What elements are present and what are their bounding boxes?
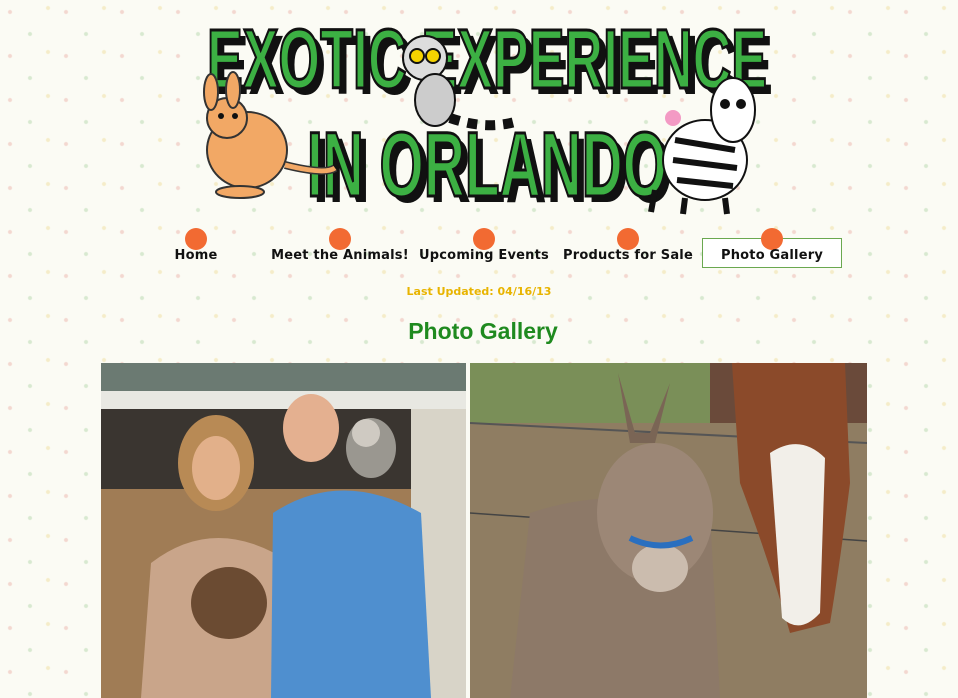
last-updated-text: Last Updated: 04/16/13 bbox=[406, 285, 552, 298]
gallery-photo-donkey-and-horse[interactable] bbox=[470, 363, 867, 698]
logo-line1: EXOTIC EXPERIENCE bbox=[207, 12, 767, 106]
nav-bullet-icon bbox=[473, 228, 495, 250]
nav-item-products-for-sale[interactable]: Products for Sale bbox=[558, 226, 698, 270]
nav-label-products-for-sale: Products for Sale bbox=[563, 248, 693, 263]
nav-label-photo-gallery: Photo Gallery bbox=[720, 248, 824, 263]
nav-item-photo-gallery[interactable]: Photo Gallery bbox=[702, 226, 842, 270]
nav-bullet-icon bbox=[617, 228, 639, 250]
gallery-photo-people-with-lemur[interactable] bbox=[101, 363, 466, 698]
nav-label-upcoming-events: Upcoming Events bbox=[419, 248, 549, 263]
nav-bullet-icon bbox=[761, 228, 783, 250]
nav-item-upcoming-events[interactable]: Upcoming Events bbox=[414, 226, 554, 270]
nav-item-meet-the-animals[interactable]: Meet the Animals! bbox=[270, 226, 410, 270]
nav-item-home[interactable]: Home bbox=[126, 226, 266, 270]
page-title: Photo Gallery bbox=[408, 318, 558, 344]
nav-label-meet-the-animals: Meet the Animals! bbox=[271, 248, 409, 263]
nav-bullet-icon bbox=[329, 228, 351, 250]
site-logo-banner[interactable]: EXOTIC EXPERIENCE EXOTIC EXPERIENCE IN O… bbox=[185, 0, 775, 222]
nav-bullet-icon bbox=[185, 228, 207, 250]
nav-label-home: Home bbox=[174, 248, 218, 263]
